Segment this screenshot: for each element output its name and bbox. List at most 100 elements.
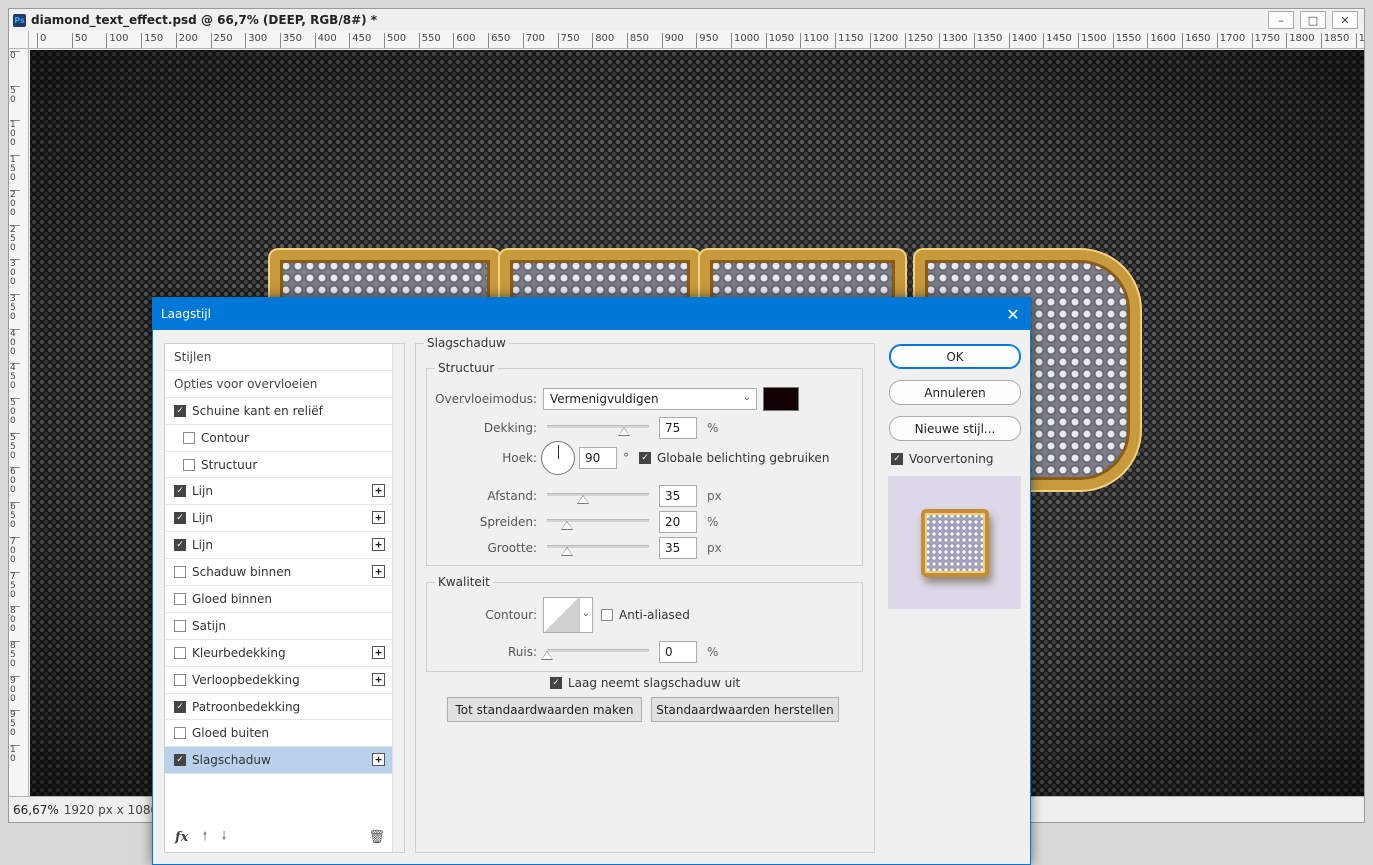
- distance-unit: px: [707, 489, 722, 503]
- style-list-item[interactable]: ✓ Lijn +: [165, 478, 393, 506]
- reset-default-button[interactable]: Standaardwaarden herstellen: [651, 697, 839, 722]
- angle-dial[interactable]: [541, 441, 575, 475]
- arrow-up-icon[interactable]: 🠕: [202, 827, 207, 848]
- add-effect-icon[interactable]: +: [372, 753, 385, 767]
- new-style-button[interactable]: Nieuwe stijl...: [889, 416, 1021, 441]
- distance-slider-thumb[interactable]: [576, 495, 589, 504]
- maximize-icon[interactable]: □: [1300, 11, 1326, 29]
- style-checkbox[interactable]: [174, 619, 186, 632]
- contour-picker[interactable]: ⌄: [543, 597, 593, 633]
- ruler-vertical[interactable]: 0 50 100 150 200 250 300 350 400 450 500 550 600 650 7…: [9, 49, 29, 797]
- global-light-label: Globale belichting gebruiken: [657, 451, 830, 465]
- make-default-button[interactable]: Tot standaardwaarden maken: [447, 697, 642, 722]
- style-list-item[interactable]: ✓ Slagschaduw +: [165, 747, 393, 775]
- blend-mode-label: Overvloeimodus:: [435, 392, 537, 406]
- opacity-input[interactable]: 75: [659, 417, 697, 439]
- document-titlebar[interactable]: Ps diamond_text_effect.psd @ 66,7% (DEEP…: [9, 9, 1364, 31]
- style-list-item[interactable]: Opties voor overvloeien: [165, 371, 393, 398]
- dialog-titlebar[interactable]: Laagstijl ✕: [153, 298, 1030, 330]
- style-list-item[interactable]: Structuur: [165, 452, 393, 479]
- style-checkbox[interactable]: [183, 458, 195, 471]
- style-list-item[interactable]: Contour: [165, 425, 393, 452]
- style-list-item[interactable]: ✓ Schuine kant en reliëf: [165, 398, 393, 425]
- ruler-tick: 950: [696, 33, 718, 48]
- style-list-item[interactable]: Gloed buiten: [165, 720, 393, 748]
- style-list-scrollbar[interactable]: [392, 344, 404, 852]
- knockout-checkbox[interactable]: ✓: [550, 677, 562, 689]
- style-list-item[interactable]: Stijlen: [165, 344, 393, 371]
- dialog-title: Laagstijl: [161, 307, 211, 321]
- style-checkbox[interactable]: [174, 566, 186, 579]
- size-input[interactable]: 35: [659, 537, 697, 559]
- quality-title: Kwaliteit: [435, 575, 493, 589]
- style-checkbox[interactable]: ✓: [174, 539, 186, 552]
- ruler-tick: 19: [1355, 33, 1364, 48]
- style-list-item[interactable]: ✓ Lijn +: [165, 505, 393, 533]
- preview-checkbox[interactable]: ✓: [891, 453, 903, 465]
- angle-input[interactable]: 90: [579, 447, 617, 469]
- style-list-footer: fx 🠕 🠗 🗑: [165, 822, 393, 852]
- arrow-down-icon[interactable]: 🠗: [222, 827, 227, 848]
- distance-slider[interactable]: [547, 489, 649, 504]
- style-list: Stijlen Opties voor overvloeien ✓ Schuine k…: [164, 343, 405, 853]
- global-light-checkbox[interactable]: ✓: [639, 452, 651, 464]
- distance-row: Afstand: 35 px: [433, 485, 722, 507]
- blend-mode-select[interactable]: Vermenigvuldigen ⌄: [543, 388, 757, 410]
- angle-unit: °: [623, 451, 629, 465]
- style-checkbox[interactable]: ✓: [174, 512, 186, 525]
- spread-input[interactable]: 20: [659, 511, 697, 533]
- spread-slider[interactable]: [547, 515, 649, 530]
- distance-input[interactable]: 35: [659, 485, 697, 507]
- style-checkbox[interactable]: ✓: [174, 485, 186, 498]
- style-checkbox[interactable]: ✓: [174, 404, 186, 417]
- style-list-item[interactable]: Schaduw binnen +: [165, 559, 393, 587]
- add-effect-icon[interactable]: +: [372, 538, 385, 552]
- opacity-slider-thumb[interactable]: [617, 427, 630, 436]
- add-effect-icon[interactable]: +: [372, 645, 385, 659]
- minimize-icon[interactable]: –: [1268, 11, 1294, 29]
- noise-slider-thumb[interactable]: [541, 651, 553, 660]
- style-list-item[interactable]: ✓ Patroonbedekking: [165, 694, 393, 721]
- style-list-item[interactable]: Kleurbedekking +: [165, 640, 393, 667]
- opacity-slider[interactable]: [547, 421, 649, 436]
- anti-aliased-checkbox[interactable]: [601, 609, 613, 621]
- style-list-item[interactable]: Verloopbedekking +: [165, 667, 393, 694]
- style-list-item-label: Lijn: [192, 538, 213, 553]
- shadow-color-swatch[interactable]: [763, 387, 799, 411]
- style-checkbox[interactable]: [183, 431, 195, 444]
- noise-slider[interactable]: [541, 645, 649, 660]
- style-checkbox[interactable]: [174, 592, 186, 605]
- trash-icon[interactable]: 🗑: [368, 830, 385, 845]
- style-list-item-label: Verloopbedekking: [192, 672, 300, 687]
- ok-button[interactable]: OK: [889, 344, 1021, 369]
- style-checkbox[interactable]: [174, 646, 186, 659]
- style-checkbox[interactable]: ✓: [174, 700, 186, 713]
- add-effect-icon[interactable]: +: [372, 511, 385, 525]
- cancel-button[interactable]: Annuleren: [889, 380, 1021, 405]
- add-effect-icon[interactable]: +: [372, 565, 385, 579]
- style-list-item[interactable]: ✓ Lijn +: [165, 532, 393, 560]
- add-effect-icon[interactable]: +: [372, 672, 385, 686]
- fx-icon[interactable]: fx: [175, 830, 188, 845]
- spread-slider-thumb[interactable]: [561, 521, 574, 530]
- close-icon[interactable]: ✕: [1332, 11, 1358, 29]
- close-icon[interactable]: ✕: [1002, 304, 1024, 324]
- style-checkbox[interactable]: [174, 673, 186, 686]
- add-effect-icon[interactable]: +: [372, 484, 385, 498]
- style-list-items: Stijlen Opties voor overvloeien ✓ Schuine k…: [165, 344, 393, 775]
- document-info[interactable]: 1920 px x 1080: [64, 803, 158, 817]
- chevron-down-icon: ⌄: [742, 392, 751, 403]
- style-checkbox[interactable]: ✓: [174, 754, 186, 767]
- zoom-level[interactable]: 66,67%: [13, 803, 59, 817]
- ruler-tick: 550: [10, 432, 20, 461]
- size-slider-thumb[interactable]: [561, 547, 574, 556]
- style-list-item[interactable]: Gloed binnen: [165, 586, 393, 613]
- size-slider[interactable]: [547, 541, 649, 556]
- blend-mode-value: Vermenigvuldigen: [550, 392, 659, 406]
- ruler-tick: 900: [661, 33, 684, 48]
- ruler-tick: 850: [626, 33, 649, 48]
- style-checkbox[interactable]: [174, 727, 186, 740]
- noise-input[interactable]: 0: [659, 641, 697, 663]
- style-list-item[interactable]: Satijn: [165, 613, 393, 640]
- ruler-horizontal[interactable]: 0 50 100 150 200 250 300 350 400 450 500 550 600 650 7…: [29, 31, 1364, 49]
